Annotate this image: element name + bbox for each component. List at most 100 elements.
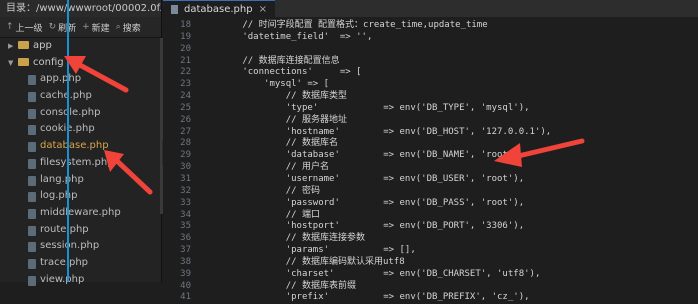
file-icon bbox=[28, 242, 36, 253]
up-button[interactable]: ↑ 上一级 bbox=[6, 21, 43, 34]
line-number: 25 bbox=[180, 102, 191, 113]
line-number: 34 bbox=[180, 209, 191, 220]
line-number: 35 bbox=[180, 221, 191, 232]
line-number: 28 bbox=[180, 138, 191, 149]
line-number: 19 bbox=[180, 31, 191, 42]
code-line[interactable]: 25 'type' => env('DB_TYPE', 'mysql'), bbox=[163, 103, 698, 115]
chevron-down-icon[interactable]: ▼ bbox=[8, 55, 18, 72]
code-line[interactable]: 36 // 数据库连接参数 bbox=[163, 233, 698, 245]
file-icon bbox=[28, 125, 36, 136]
code-editor[interactable]: database.php × 18 // 时间字段配置 配置格式：create_… bbox=[163, 0, 698, 302]
code-line[interactable]: 38 // 数据库编码默认采用utf8 bbox=[163, 257, 698, 269]
code-line[interactable]: 31 'username' => env('DB_USER', 'root'), bbox=[163, 174, 698, 186]
code-line[interactable]: 41 'prefix' => env('DB_PREFIX', 'cz_'), bbox=[163, 292, 698, 304]
code-line[interactable]: 24 // 数据库类型 bbox=[163, 91, 698, 103]
new-label: 新建 bbox=[91, 23, 110, 34]
code-line[interactable]: 34 // 端口 bbox=[163, 210, 698, 222]
file-icon bbox=[28, 92, 36, 103]
code-line[interactable]: 18 // 时间字段配置 配置格式：create_time,update_tim… bbox=[163, 20, 698, 32]
code-line[interactable]: 40 // 数据库表前缀 bbox=[163, 281, 698, 293]
annotation-arrow-code bbox=[494, 138, 585, 167]
file-item[interactable]: trace.php bbox=[0, 255, 161, 272]
line-number: 30 bbox=[180, 162, 191, 173]
tree-item-label: view.php bbox=[40, 273, 85, 285]
file-icon bbox=[28, 142, 36, 153]
code-line[interactable]: 28 // 数据库名 bbox=[163, 138, 698, 150]
file-item[interactable]: cookie.php bbox=[0, 121, 161, 138]
chevron-right-icon[interactable]: ▶ bbox=[8, 38, 18, 55]
code-line[interactable]: 20 bbox=[163, 44, 698, 56]
file-icon bbox=[28, 75, 36, 86]
code-text: // 用户名 bbox=[199, 162, 329, 173]
line-number: 31 bbox=[180, 173, 191, 184]
folder-icon bbox=[18, 41, 29, 49]
explorer-toolbar: ↑上一级 ↻刷新 +新建 ⌕搜索 bbox=[0, 17, 161, 38]
code-line[interactable]: 21 // 数据库连接配置信息 bbox=[163, 56, 698, 68]
code-line[interactable]: 37 'params' => [], bbox=[163, 245, 698, 257]
line-number: 33 bbox=[180, 197, 191, 208]
line-number: 26 bbox=[180, 114, 191, 125]
code-text: 'mysql' => [ bbox=[199, 79, 330, 90]
annotation-arrow-database bbox=[104, 150, 153, 195]
file-icon bbox=[28, 192, 36, 203]
code-text: // 数据库编码默认采用utf8 bbox=[199, 256, 405, 267]
line-number: 29 bbox=[180, 150, 191, 161]
code-line[interactable]: 33 'password' => env('DB_PASS', 'root'), bbox=[163, 198, 698, 210]
code-line[interactable]: 39 'charset' => env('DB_CHARSET', 'utf8'… bbox=[163, 269, 698, 281]
line-number: 27 bbox=[180, 126, 191, 137]
code-line[interactable]: 27 'hostname' => env('DB_HOST', '127.0.0… bbox=[163, 127, 698, 139]
code-line[interactable]: 26 // 服务器地址 bbox=[163, 115, 698, 127]
line-number: 37 bbox=[180, 245, 191, 256]
code-text: 'database' => env('DB_NAME', 'root'), bbox=[199, 150, 525, 161]
line-number: 23 bbox=[180, 79, 191, 90]
tree-item-label: route.php bbox=[40, 223, 89, 235]
code-text: // 端口 bbox=[199, 209, 320, 220]
code-area[interactable]: 18 // 时间字段配置 配置格式：create_time,update_tim… bbox=[163, 20, 698, 304]
selection-guide-line bbox=[67, 0, 69, 282]
code-line[interactable]: 29 'database' => env('DB_NAME', 'root'), bbox=[163, 150, 698, 162]
file-item[interactable]: console.php bbox=[0, 105, 161, 122]
close-icon[interactable]: × bbox=[259, 4, 267, 15]
code-text: // 数据库表前缀 bbox=[199, 280, 356, 291]
file-icon bbox=[28, 225, 36, 236]
code-text: 'charset' => env('DB_CHARSET', 'utf8'), bbox=[199, 268, 541, 279]
file-item[interactable]: route.php bbox=[0, 222, 161, 239]
file-item[interactable]: session.php bbox=[0, 238, 161, 255]
code-text: // 数据库连接配置信息 bbox=[199, 55, 340, 66]
code-line[interactable]: 22 'connections' => [ bbox=[163, 67, 698, 79]
code-text: 'params' => [], bbox=[199, 245, 416, 256]
code-line[interactable]: 19 'datetime_field' => '', bbox=[163, 32, 698, 44]
file-explorer-sidebar: 目录：/www/wwwroot/00002.0f... ↑上一级 ↻刷新 +新建… bbox=[0, 0, 162, 286]
line-number: 36 bbox=[180, 233, 191, 244]
line-number: 18 bbox=[180, 20, 191, 30]
file-icon bbox=[28, 158, 36, 169]
line-number: 32 bbox=[180, 185, 191, 196]
code-text: 'prefix' => env('DB_PREFIX', 'cz_'), bbox=[199, 292, 530, 303]
file-icon bbox=[171, 4, 178, 14]
line-number: 38 bbox=[180, 256, 191, 267]
refresh-button[interactable]: ↻刷新 bbox=[49, 21, 77, 34]
up-arrow-icon: ↑ bbox=[6, 22, 14, 32]
line-number: 20 bbox=[180, 43, 191, 54]
tab-database-php[interactable]: database.php × bbox=[163, 0, 275, 17]
code-text: 'hostport' => env('DB_PORT', '3306'), bbox=[199, 221, 525, 232]
code-text: 'datetime_field' => '', bbox=[199, 31, 373, 42]
directory-path: 目录：/www/wwwroot/00002.0f... bbox=[0, 0, 161, 17]
code-line[interactable]: 32 // 密码 bbox=[163, 186, 698, 198]
tab-label: database.php bbox=[184, 3, 253, 15]
line-number: 21 bbox=[180, 55, 191, 66]
file-icon bbox=[28, 175, 36, 186]
search-icon: ⌕ bbox=[115, 22, 121, 32]
search-button[interactable]: ⌕ 搜索 bbox=[116, 21, 141, 34]
code-text: 'connections' => [ bbox=[199, 67, 362, 78]
code-line[interactable]: 30 // 用户名 bbox=[163, 162, 698, 174]
line-number: 39 bbox=[180, 268, 191, 279]
code-line[interactable]: 23 'mysql' => [ bbox=[163, 79, 698, 91]
file-item[interactable]: view.php bbox=[0, 272, 161, 289]
code-text: // 服务器地址 bbox=[199, 114, 347, 125]
file-icon bbox=[28, 275, 36, 286]
new-button[interactable]: + 新建 bbox=[82, 21, 110, 34]
file-item[interactable]: middleware.php bbox=[0, 205, 161, 222]
code-line[interactable]: 35 'hostport' => env('DB_PORT', '3306'), bbox=[163, 221, 698, 233]
code-text: // 数据库类型 bbox=[199, 91, 347, 102]
